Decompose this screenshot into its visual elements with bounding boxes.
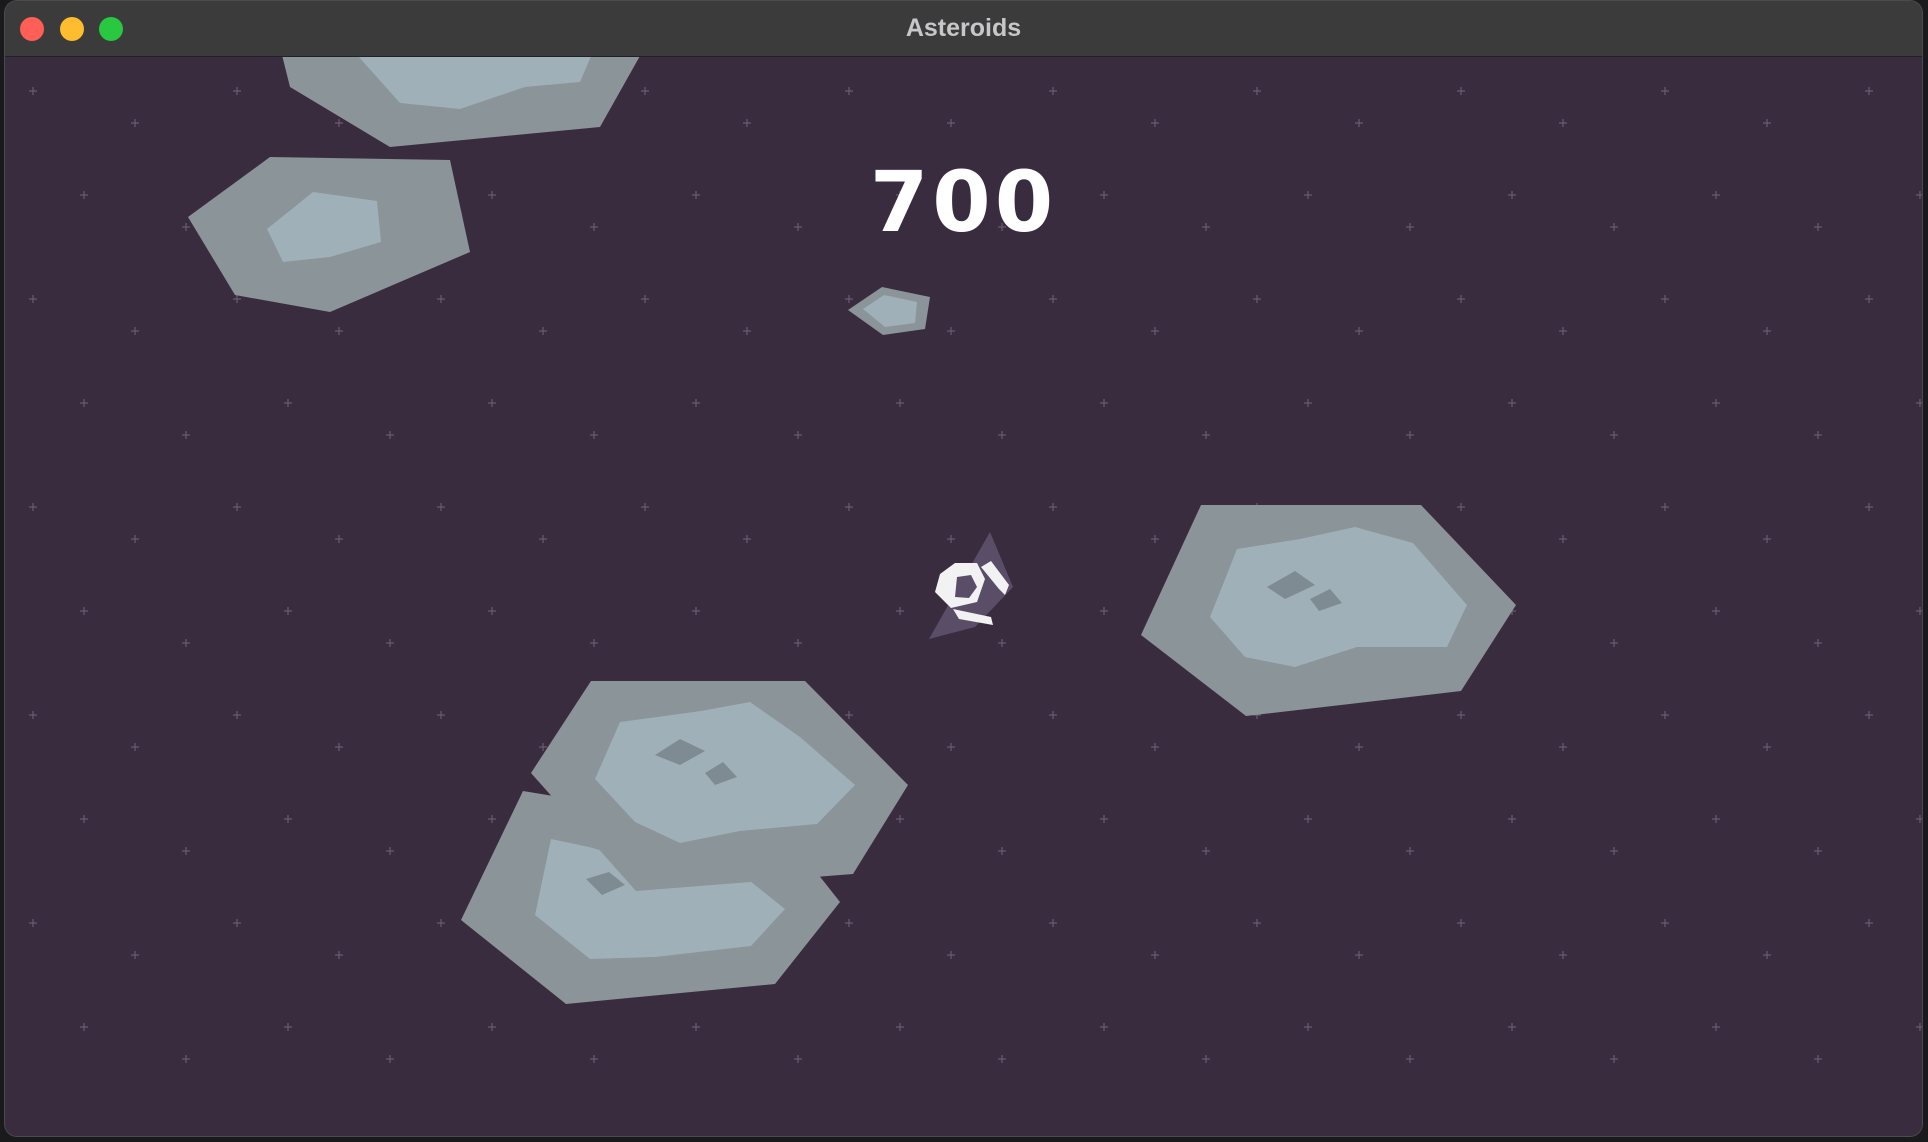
player-ship <box>929 532 1013 639</box>
bottom-edge <box>0 1136 1928 1142</box>
title-bar[interactable]: Asteroids <box>5 1 1922 57</box>
app-window: Asteroids 700 <box>5 1 1922 1136</box>
asteroid-right <box>1141 505 1516 716</box>
asteroid-top <box>282 57 640 147</box>
window-title: Asteroids <box>905 14 1022 42</box>
asteroid-small <box>848 287 930 335</box>
score-display: 700 <box>869 153 1058 251</box>
game-canvas[interactable]: 700 <box>5 57 1922 1136</box>
